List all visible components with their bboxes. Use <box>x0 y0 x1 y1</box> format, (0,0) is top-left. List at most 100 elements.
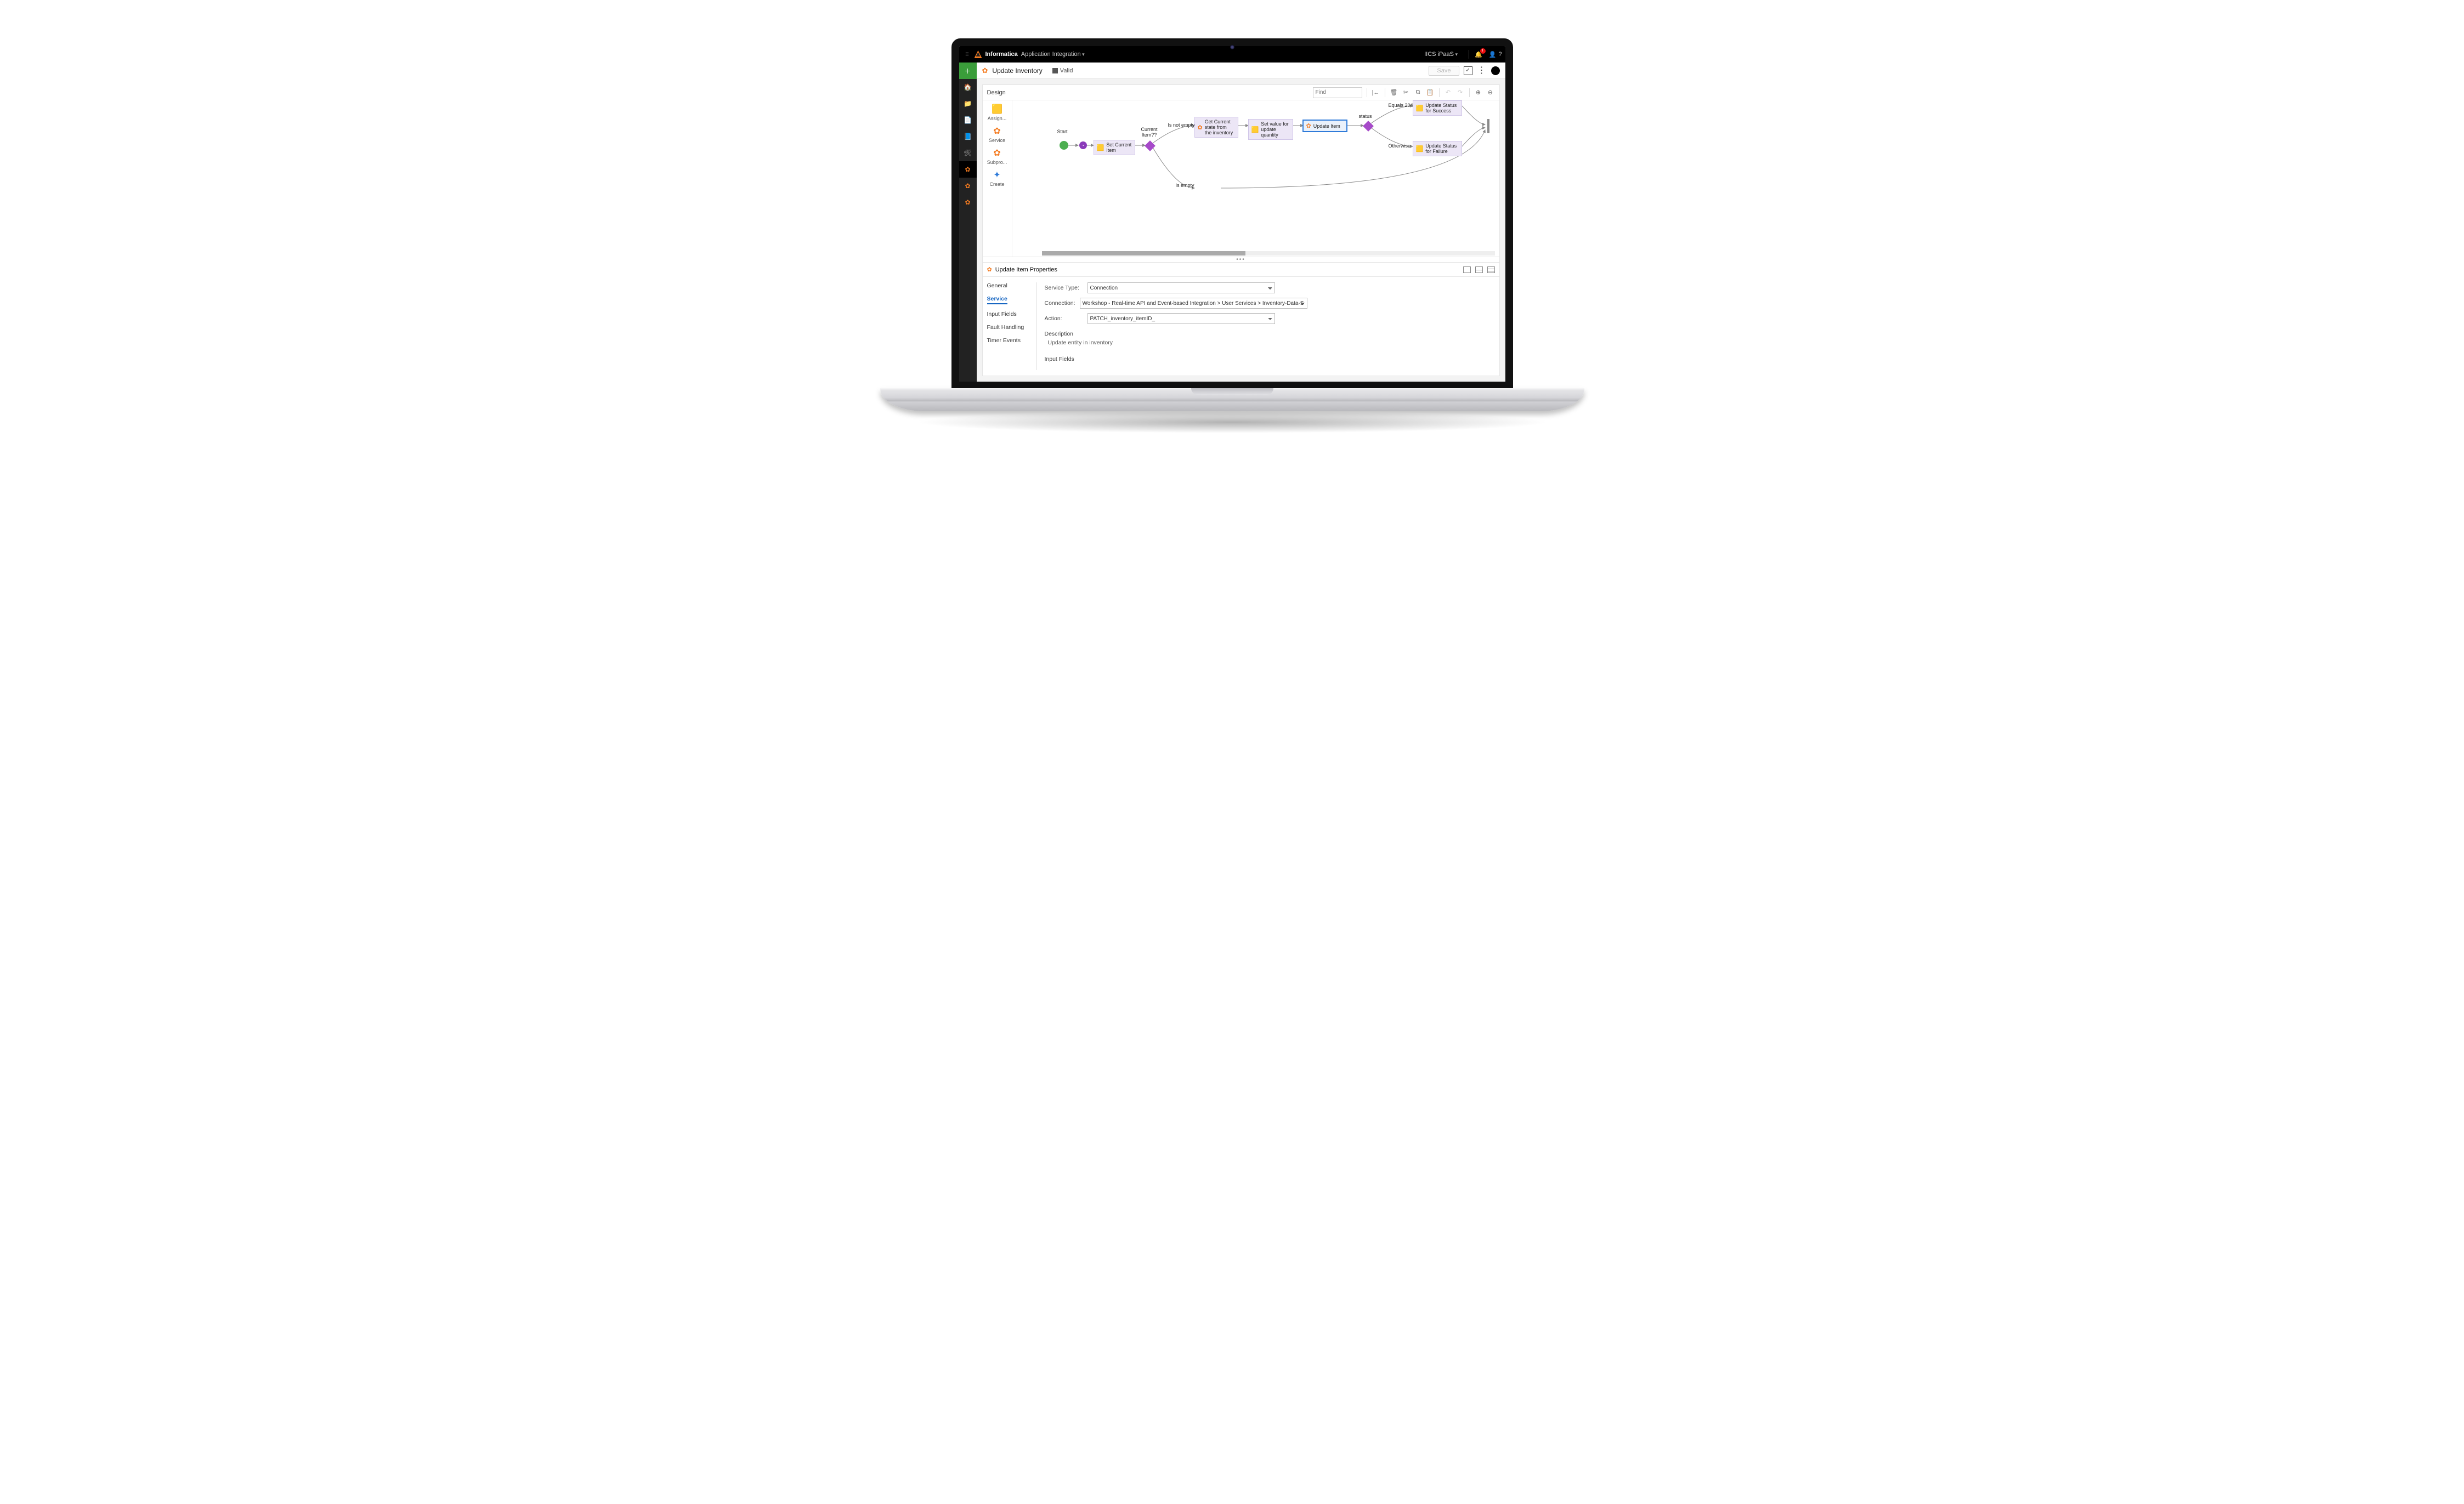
main-area: ✿ Update Inventory Valid Save ✓ ⋮ <box>977 63 1505 382</box>
nav-integration-icon[interactable]: ✿ <box>959 178 977 194</box>
laptop-shadow <box>914 411 1550 433</box>
nav-doc-icon[interactable]: 📘 <box>959 128 977 145</box>
tab-fault-handling[interactable]: Fault Handling <box>987 324 1033 331</box>
process-icon: ✿ <box>982 66 988 75</box>
action-select[interactable]: PATCH_inventory_itemID_ <box>1087 313 1275 324</box>
help-icon[interactable]: ? <box>1498 51 1502 58</box>
notifications-icon[interactable]: 🔔! <box>1475 51 1482 58</box>
palette-label: Service <box>989 138 1005 143</box>
laptop-frame: ≡ Informatica Application Integration II… <box>848 0 1616 468</box>
layout-split-icon[interactable] <box>1475 266 1483 273</box>
node-label: Get Current state from the inventory <box>1205 119 1235 135</box>
palette-subprocess[interactable]: ✿ Subpro... <box>987 147 1007 165</box>
node-update-failure[interactable]: 🟨 Update Status for Failure <box>1413 141 1462 156</box>
tab-general[interactable]: General <box>987 282 1033 289</box>
delete-icon[interactable]: 🗑 <box>1390 89 1398 96</box>
properties-form: Service Type: Connection Connection: Wor… <box>1045 282 1275 370</box>
undo-icon[interactable]: ↶ <box>1444 89 1453 96</box>
subprocess-icon: ✿ <box>993 147 1000 158</box>
palette-create[interactable]: ✦ Create <box>989 169 1004 187</box>
nav-home-icon[interactable]: 🏠 <box>959 79 977 95</box>
node-get-state[interactable]: ✿ Get Current state from the inventory <box>1194 117 1238 138</box>
description-label: Description <box>1045 331 1275 337</box>
service-type-label: Service Type: <box>1045 285 1083 291</box>
environment-dropdown[interactable]: IICS iPaaS <box>1424 51 1458 58</box>
input-fields-heading: Input Fields <box>1045 356 1275 362</box>
palette-assign[interactable]: 🟨 Assign... <box>988 104 1007 121</box>
notification-badge: ! <box>1480 48 1486 54</box>
tab-service[interactable]: Service <box>987 296 1007 304</box>
divider <box>1469 88 1470 97</box>
end-node[interactable] <box>1487 119 1489 133</box>
laptop-camera-icon <box>1230 45 1234 49</box>
palette-service[interactable]: ✿ Service <box>989 126 1005 143</box>
left-nav: ＋ 🏠 📁 📄 📘 🛠 ✿ ✿ ✿ <box>959 63 977 382</box>
nav-integration2-icon[interactable]: ✿ <box>959 194 977 211</box>
find-input[interactable] <box>1313 87 1362 98</box>
start-node[interactable] <box>1060 141 1068 150</box>
validity-status: Valid <box>1052 67 1073 74</box>
body-row: ＋ 🏠 📁 📄 📘 🛠 ✿ ✿ ✿ ✿ Update Inventory <box>959 63 1505 382</box>
design-header: Design |← 🗑 ✂ ⧉ 📋 ↶ ↷ <box>983 85 1499 100</box>
description-block: Description Update entity in inventory <box>1045 331 1275 346</box>
properties-title: Update Item Properties <box>995 266 1057 273</box>
palette-label: Assign... <box>988 116 1007 121</box>
service-icon: ✿ <box>987 266 992 273</box>
redo-icon[interactable]: ↷ <box>1456 89 1465 96</box>
node-label: Update Item <box>1313 123 1340 129</box>
nav-integration-active-icon[interactable]: ✿ <box>959 161 977 178</box>
nav-add-button[interactable]: ＋ <box>959 63 977 79</box>
nav-tools-icon[interactable]: 🛠 <box>959 145 977 161</box>
cut-icon[interactable]: ✂ <box>1402 89 1411 96</box>
timer-node[interactable]: ◔ <box>1079 141 1087 149</box>
zoom-out-icon[interactable]: ⊖ <box>1486 89 1495 96</box>
validate-icon[interactable]: ✓ <box>1464 66 1472 75</box>
node-set-value[interactable]: 🟨 Set value for update quantity <box>1248 119 1293 140</box>
layout-single-icon[interactable] <box>1463 266 1471 273</box>
properties-header: ✿ Update Item Properties <box>983 263 1499 277</box>
tab-timer-events[interactable]: Timer Events <box>987 337 1033 344</box>
paste-icon[interactable]: 📋 <box>1426 89 1435 96</box>
tab-input-fields[interactable]: Input Fields <box>987 311 1033 317</box>
zoom-in-icon[interactable]: ⊕ <box>1474 89 1483 96</box>
canvas-row: 🟨 Assign... ✿ Service ✿ Subpro... <box>983 100 1499 257</box>
canvas-horizontal-scrollbar[interactable] <box>1042 251 1495 256</box>
scrollbar-thumb[interactable] <box>1042 251 1246 256</box>
layout-stack-icon[interactable] <box>1487 266 1495 273</box>
panel-resize-handle[interactable]: ••• <box>983 257 1499 262</box>
connection-select[interactable]: Workshop - Real-time API and Event-based… <box>1080 298 1307 309</box>
gateway1-label: Current Item?? <box>1137 127 1162 138</box>
design-canvas[interactable]: Start ◔ 🟨 Set Current Item Current Item?… <box>1012 100 1499 257</box>
node-palette: 🟨 Assign... ✿ Service ✿ Subpro... <box>983 100 1012 257</box>
save-button[interactable]: Save <box>1429 66 1459 76</box>
service-node-icon: ✿ <box>1198 124 1203 131</box>
node-label: Update Status for Failure <box>1425 143 1458 154</box>
node-update-success[interactable]: 🟨 Update Status for Success <box>1413 100 1462 116</box>
app-root: ≡ Informatica Application Integration II… <box>959 46 1505 382</box>
palette-label: Subpro... <box>987 160 1007 165</box>
copy-icon[interactable]: ⧉ <box>1414 89 1423 96</box>
app-context-dropdown[interactable]: Application Integration <box>1021 51 1085 58</box>
branch-otherwise-label: Otherwise <box>1389 143 1411 149</box>
palette-label: Create <box>989 181 1004 187</box>
branch-204-label: Equals 204 <box>1389 103 1413 108</box>
go-to-start-icon[interactable]: |← <box>1372 89 1380 96</box>
more-menu-icon[interactable]: ⋮ <box>1477 66 1487 75</box>
brand-logo-icon <box>975 50 982 58</box>
hamburger-icon[interactable]: ≡ <box>962 51 972 58</box>
user-icon[interactable]: 👤 <box>1489 51 1497 58</box>
nav-folder-icon[interactable]: 📁 <box>959 95 977 112</box>
node-update-item[interactable]: ✿ Update Item <box>1303 120 1347 132</box>
status-circle-icon <box>1491 66 1500 75</box>
nav-assets-icon[interactable]: 📄 <box>959 112 977 128</box>
node-label: Set value for update quantity <box>1261 121 1289 138</box>
gateway-current-item[interactable] <box>1145 140 1155 151</box>
node-set-current-item[interactable]: 🟨 Set Current Item <box>1094 140 1135 155</box>
assign-icon: 🟨 <box>992 104 1002 115</box>
branch-empty-label: Is empty <box>1176 183 1194 188</box>
properties-body: General Service Input Fields Fault Handl… <box>983 277 1499 376</box>
service-type-select[interactable]: Connection <box>1087 282 1275 293</box>
gateway-status[interactable] <box>1363 121 1374 132</box>
properties-panel: ✿ Update Item Properties General <box>983 262 1499 376</box>
laptop-base <box>880 388 1584 411</box>
